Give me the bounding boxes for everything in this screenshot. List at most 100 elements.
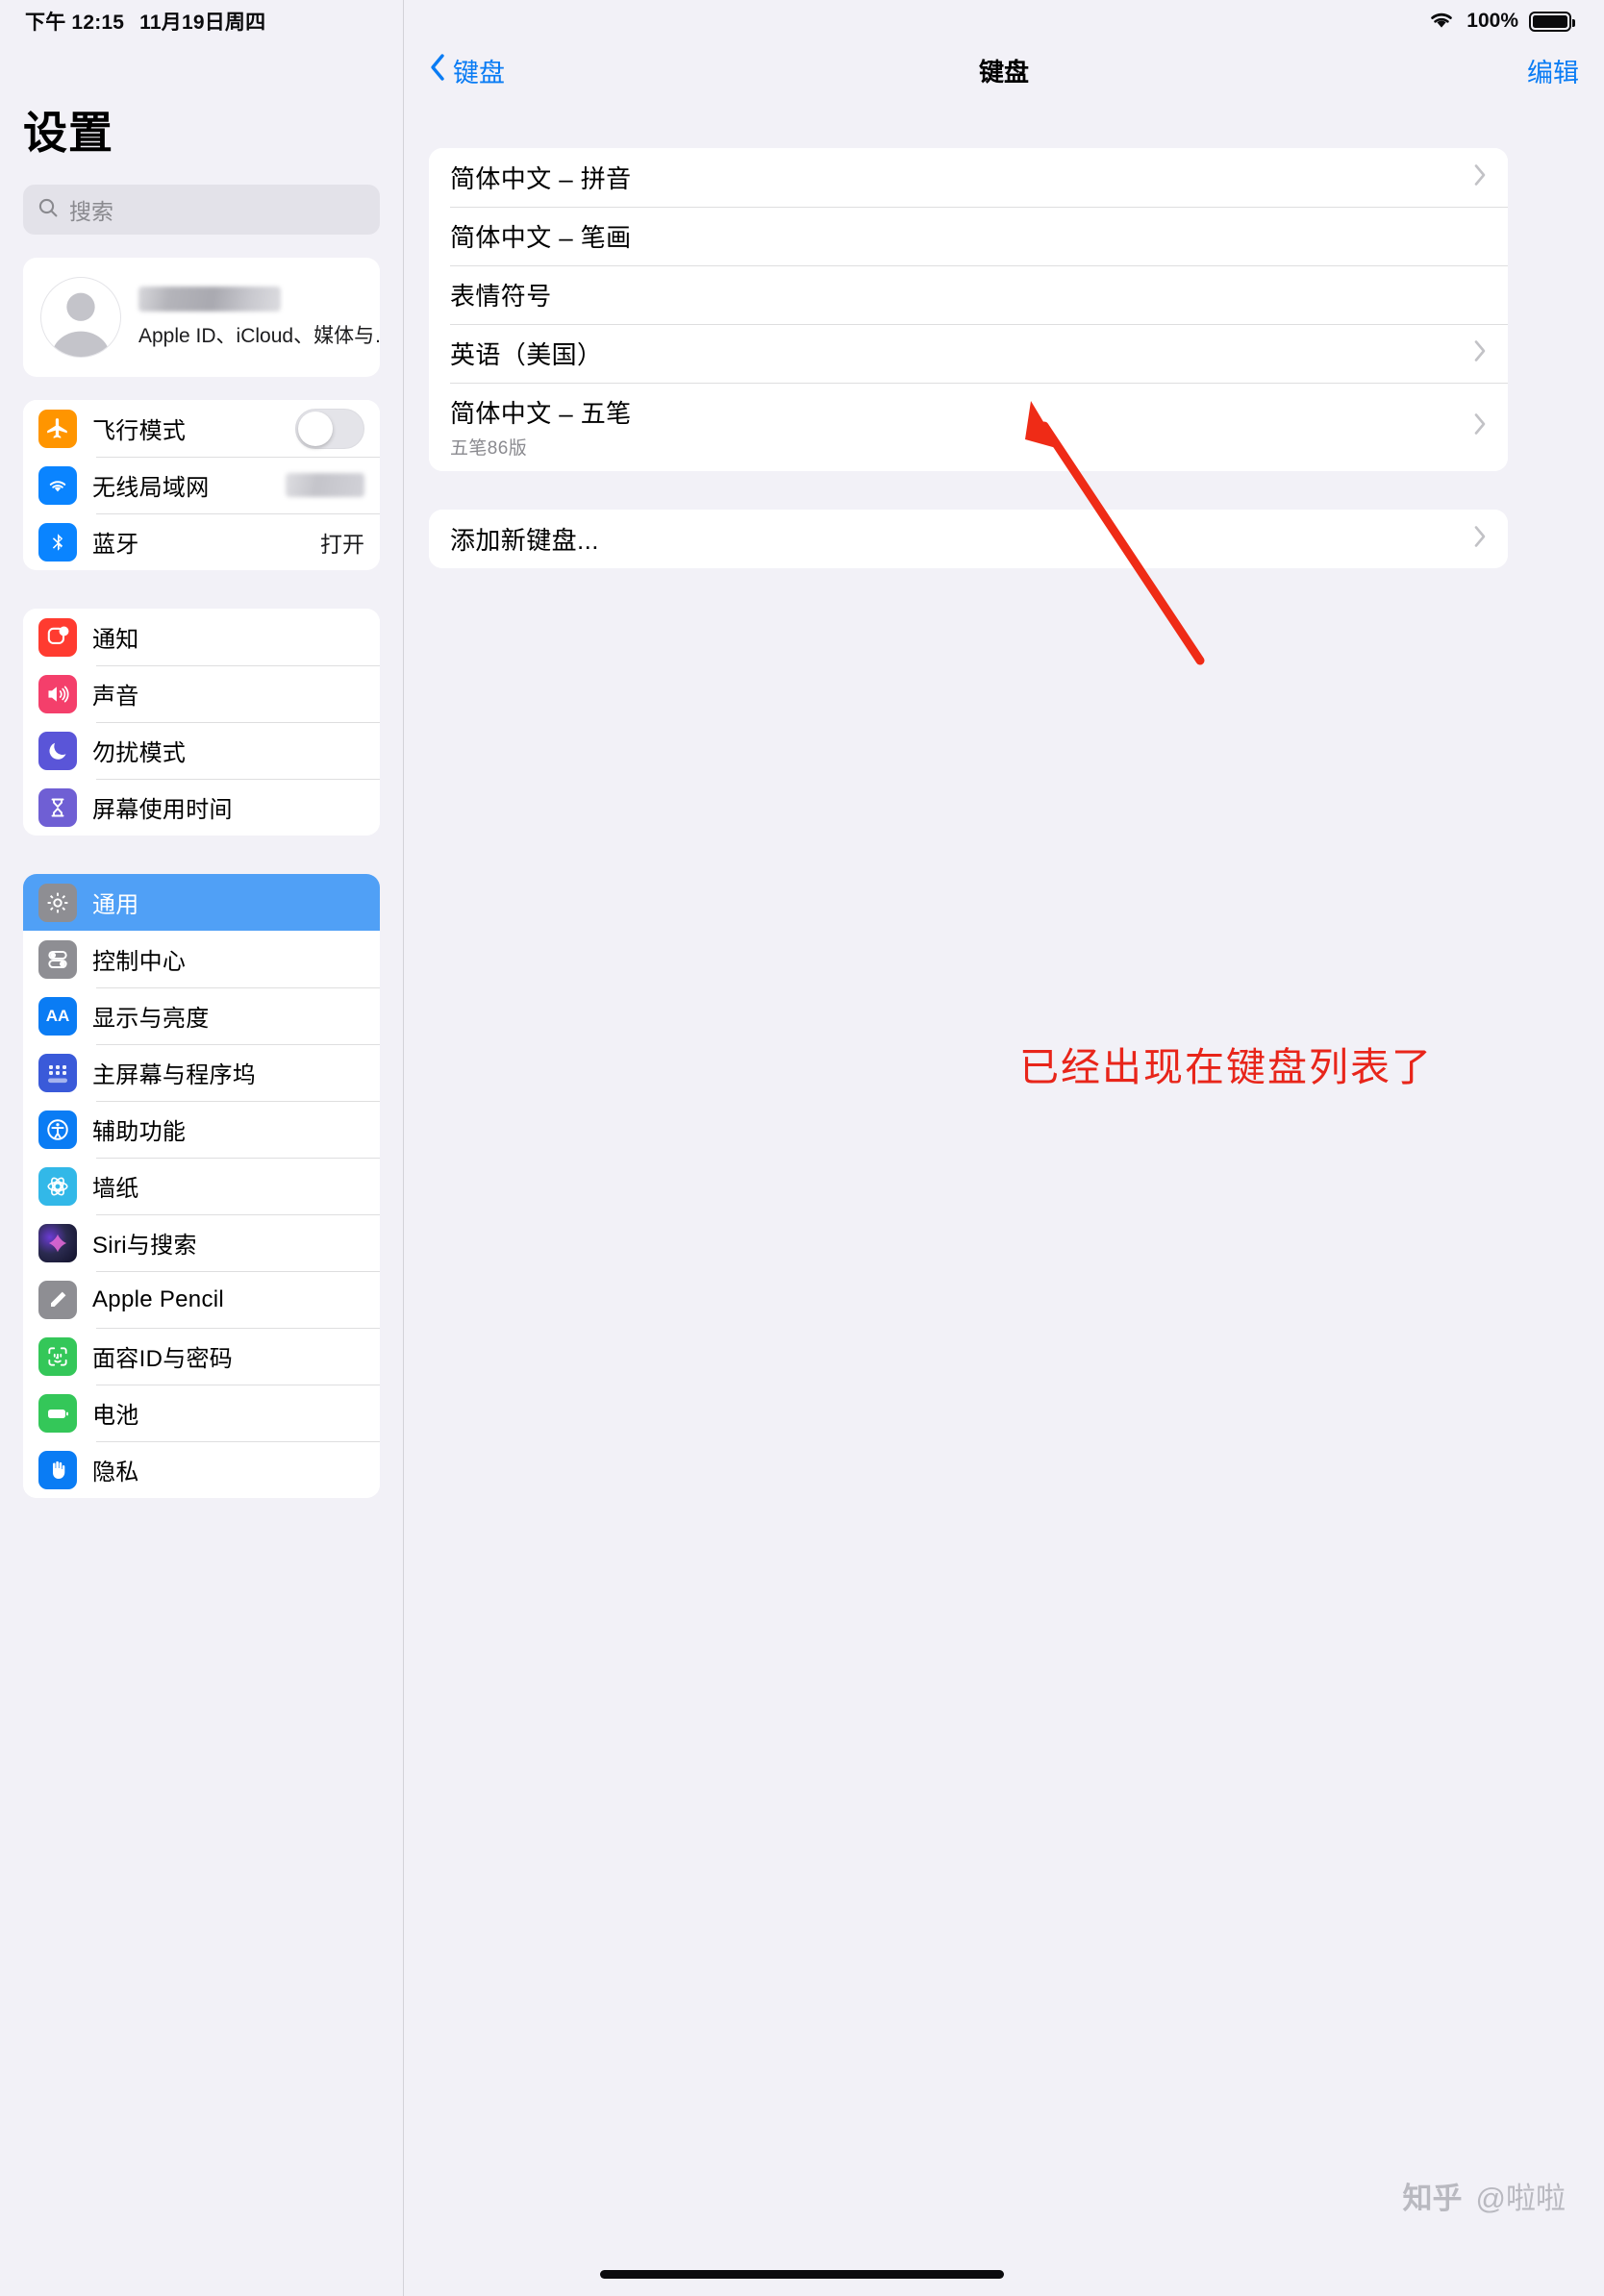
keyboard-row-bihua[interactable]: 简体中文 – 笔画 [429,207,1508,265]
keyboard-row-title: 简体中文 – 笔画 [450,223,632,252]
keyboard-row-emoji[interactable]: 表情符号 [429,265,1508,324]
sidebar-item-airplane-mode[interactable]: 飞行模式 [23,400,380,457]
search-placeholder: 搜索 [69,199,113,224]
battery-percent-label: 100% [1466,10,1518,32]
keyboard-row-title: 简体中文 – 拼音 [450,164,632,193]
face-id-icon [38,1336,77,1376]
bluetooth-value-wrap: 打开 [320,526,364,559]
apple-id-card[interactable]: Apple ID、iCloud、媒体与… [23,258,380,377]
sidebar-item-label: 通用 [92,892,139,918]
sidebar-group-connectivity: 飞行模式 无线局域网 蓝牙 打开 [23,400,380,570]
sidebar-item-privacy[interactable]: 隐私 [23,1441,380,1498]
bluetooth-value: 打开 [320,531,364,557]
status-bar-date: 11月19日周四 [139,12,266,34]
sidebar-item-battery[interactable]: 电池 [23,1385,380,1441]
edit-button[interactable]: 编辑 [1527,52,1579,89]
detail-nav-bar: 键盘 键盘 编辑 [404,42,1604,98]
avatar [40,277,121,358]
sidebar-item-siri-search[interactable]: Siri与搜索 [23,1214,380,1271]
watermark-handle: @啦啦 [1475,2182,1566,2215]
airplane-icon [38,409,77,448]
sidebar-item-label: 勿扰模式 [92,740,187,766]
sidebar-item-bluetooth[interactable]: 蓝牙 打开 [23,513,380,570]
add-keyboard-label: 添加新键盘... [450,526,599,555]
keyboard-row-texts: 英语（美国） [450,324,602,383]
sound-icon [38,674,77,713]
add-keyboard-card: 添加新键盘... [429,510,1508,568]
display-aa-icon: AA [38,996,77,1036]
sidebar-item-sounds[interactable]: 声音 [23,665,380,722]
sidebar-item-label: 飞行模式 [92,418,187,444]
ipad-settings-screen: 下午 12:15 11月19日周四 100% 设置 搜索 Apple ID、iC… [0,0,1604,2296]
back-button[interactable]: 键盘 [429,52,505,89]
sidebar-item-label: 控制中心 [92,949,187,975]
gear-icon [38,883,77,922]
wifi-value-wrap [286,473,364,497]
status-bar-right: 100% [1427,9,1576,35]
keyboard-row-wubi[interactable]: 简体中文 – 五笔 五笔86版 [429,383,1508,471]
sliders-icon [38,939,77,979]
add-keyboard-texts: 添加新键盘... [450,510,599,568]
sidebar-item-label: 显示与亮度 [92,1006,210,1032]
search-input[interactable]: 搜索 [23,185,380,235]
sidebar-item-general[interactable]: 通用 [23,874,380,931]
sidebar-item-wallpaper[interactable]: 墙纸 [23,1158,380,1214]
detail-title: 键盘 [978,57,1029,87]
back-button-label: 键盘 [453,58,505,87]
apple-id-row[interactable]: Apple ID、iCloud、媒体与… [23,258,380,377]
sidebar-item-screen-time[interactable]: 屏幕使用时间 [23,779,380,836]
page-title: 设置 [23,108,113,158]
sidebar-item-apple-pencil[interactable]: Apple Pencil [23,1271,380,1328]
chevron-right-icon [1473,339,1487,368]
sidebar-item-home-screen-dock[interactable]: 主屏幕与程序坞 [23,1044,380,1101]
sidebar-item-accessibility[interactable]: 辅助功能 [23,1101,380,1158]
sidebar-item-label: 面容ID与密码 [92,1346,234,1372]
status-bar: 下午 12:15 11月19日周四 100% [0,0,1604,42]
add-new-keyboard-row[interactable]: 添加新键盘... [429,510,1508,568]
sidebar-item-label: 通知 [92,627,139,653]
battery-full-icon [1529,11,1576,32]
sidebar-item-notifications[interactable]: 通知 [23,609,380,665]
sidebar-item-label: Siri与搜索 [92,1233,197,1259]
keyboard-row-title: 英语（美国） [450,340,603,369]
settings-sidebar[interactable]: 设置 搜索 Apple ID、iCloud、媒体与… 飞行模式 无线局域网 蓝牙… [0,0,404,2296]
sidebar-item-wifi[interactable]: 无线局域网 [23,457,380,513]
status-bar-time: 下午 12:15 [25,12,125,34]
keyboard-row-texts: 表情符号 [450,265,552,324]
home-screen-icon [38,1053,77,1092]
annotation-text: 已经出现在键盘列表了 [1019,1045,1433,1089]
sidebar-item-label: 隐私 [92,1460,139,1485]
sidebar-item-label: 声音 [92,684,139,710]
watermark-logo: 知乎 [1402,2182,1463,2215]
home-indicator[interactable] [600,2270,1004,2279]
keyboard-row-texts: 简体中文 – 拼音 [450,148,632,207]
sidebar-item-do-not-disturb[interactable]: 勿扰模式 [23,722,380,779]
wifi-value-redacted [286,473,364,497]
accessibility-icon [38,1110,77,1149]
search-icon [37,196,60,224]
keyboard-row-pinyin[interactable]: 简体中文 – 拼音 [429,148,1508,207]
keyboard-row-title: 简体中文 – 五笔 [450,399,632,428]
keyboard-row-texts: 简体中文 – 笔画 [450,207,632,265]
sidebar-group-notifications: 通知 声音 勿扰模式 屏幕使用时间 [23,609,380,836]
privacy-hand-icon [38,1450,77,1489]
sidebar-group-general: 通用 控制中心 AA 显示与亮度 主屏幕与程序坞 辅助功能 墙纸 Siri与搜索… [23,874,380,1498]
sidebar-item-label: 辅助功能 [92,1119,187,1145]
keyboard-row-english-us[interactable]: 英语（美国） [429,324,1508,383]
keyboard-row-subtitle: 五笔86版 [450,438,528,459]
sidebar-item-display-brightness[interactable]: AA 显示与亮度 [23,987,380,1044]
siri-icon [38,1223,77,1262]
hourglass-icon [38,787,77,827]
airplane-mode-toggle[interactable] [295,408,364,449]
sidebar-item-label: Apple Pencil [92,1285,225,1312]
keyboards-detail-pane: 键盘 键盘 编辑 简体中文 – 拼音 简体中文 – 笔画 表情符号 英语（美国）… [404,0,1604,2296]
apple-id-subtitle: Apple ID、iCloud、媒体与… [138,324,380,347]
status-bar-left: 下午 12:15 11月19日周四 [25,7,265,36]
sidebar-item-label: 屏幕使用时间 [92,797,233,823]
bluetooth-icon [38,522,77,562]
apple-id-texts: Apple ID、iCloud、媒体与… [138,286,380,349]
keyboard-row-texts: 简体中文 – 五笔 五笔86版 [450,383,632,471]
sidebar-item-control-center[interactable]: 控制中心 [23,931,380,987]
sidebar-item-face-id-passcode[interactable]: 面容ID与密码 [23,1328,380,1385]
wifi-icon [1427,9,1456,35]
